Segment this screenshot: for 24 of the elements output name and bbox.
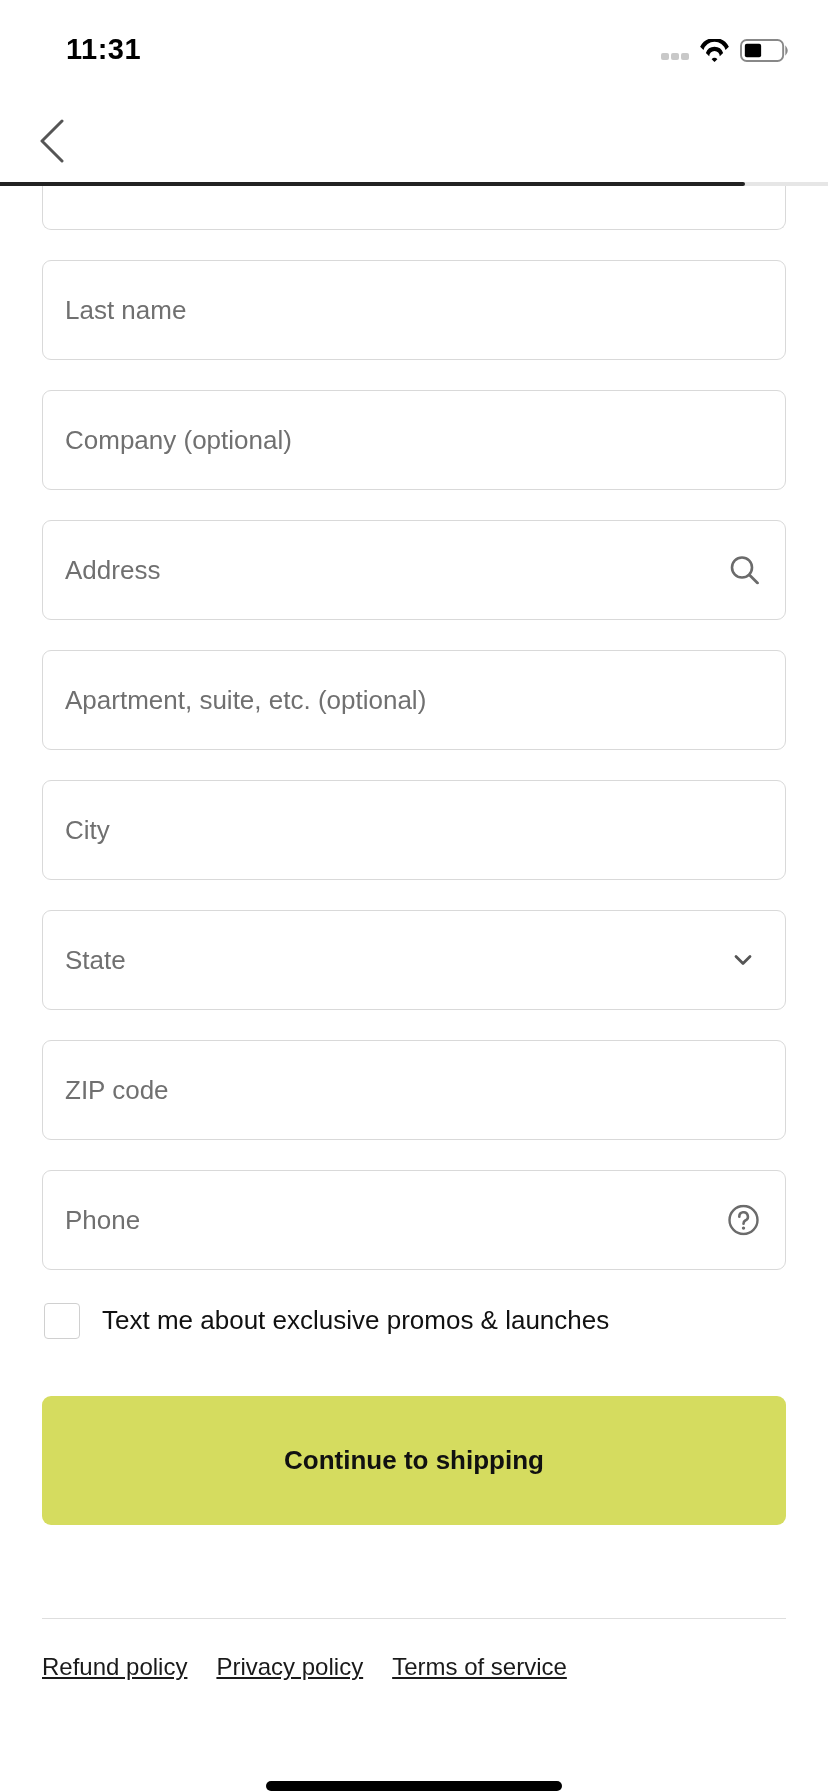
input-field[interactable]: Apartment, suite, etc. (optional) xyxy=(42,650,786,750)
search-icon xyxy=(730,555,759,585)
search-field[interactable]: Address xyxy=(42,520,786,620)
footer-link[interactable]: Refund policy xyxy=(42,1649,188,1685)
signal-icon xyxy=(661,52,689,60)
checkbox[interactable] xyxy=(44,1302,80,1339)
chevron-down-icon xyxy=(734,954,752,966)
checkbox-label[interactable]: Text me about exclusive promos & launches xyxy=(102,1301,610,1340)
input-field[interactable]: City xyxy=(42,780,786,880)
input-field[interactable]: Company (optional) xyxy=(42,390,786,490)
footer-link[interactable]: Privacy policy xyxy=(216,1649,364,1685)
battery-icon xyxy=(740,38,788,62)
input-field[interactable] xyxy=(42,186,786,230)
continue-button[interactable]: Continue to shipping xyxy=(42,1396,786,1525)
status-time: 11:31 xyxy=(66,32,142,68)
back-button[interactable] xyxy=(38,119,66,163)
dropdown-field[interactable]: State xyxy=(42,910,786,1010)
wifi-icon xyxy=(699,38,730,62)
footer-link[interactable]: Terms of service xyxy=(392,1649,567,1685)
input-field[interactable]: Phone xyxy=(42,1170,786,1270)
input-field[interactable]: Last name xyxy=(42,260,786,360)
input-field[interactable]: ZIP code xyxy=(42,1040,786,1140)
help-icon[interactable] xyxy=(728,1204,759,1236)
chevron-left-icon xyxy=(38,119,66,163)
